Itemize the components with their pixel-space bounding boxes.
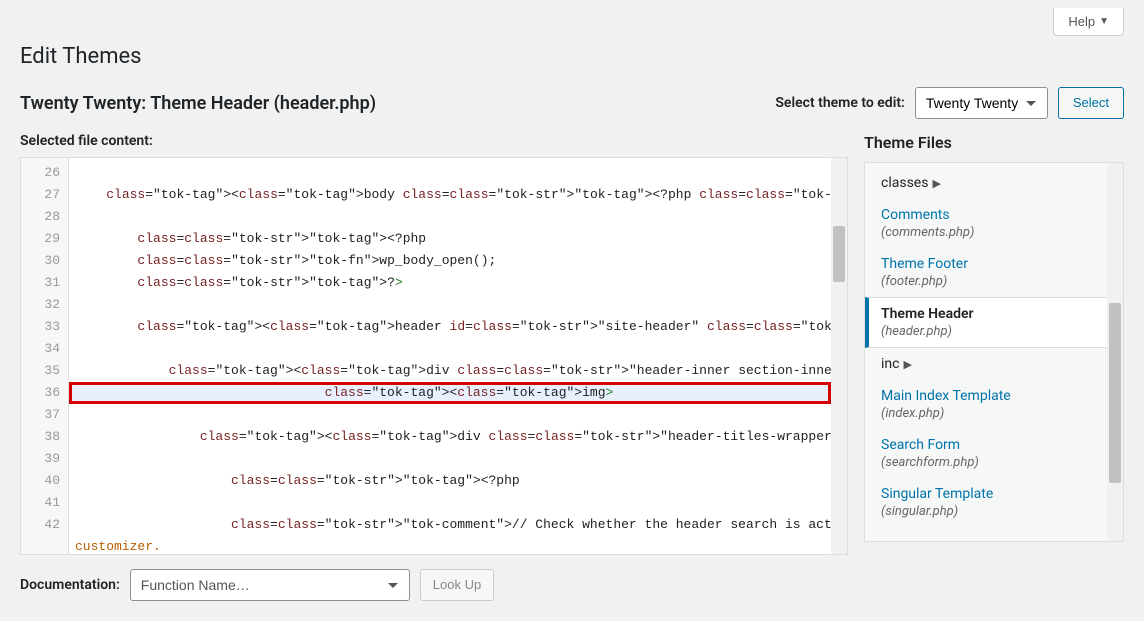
code-line-highlighted[interactable]: class="tok-tag"><class="tok-tag">img>: [69, 382, 831, 404]
code-editor[interactable]: 2627282930313233343536373839404142 class…: [20, 157, 848, 555]
code-line[interactable]: [69, 294, 831, 316]
line-number: 31: [21, 272, 68, 294]
code-line[interactable]: class=class="tok-str">"tok-tag"><?php: [69, 228, 831, 250]
file-filename: (searchform.php): [881, 455, 1095, 470]
file-label: Main Index Template: [881, 388, 1011, 404]
code-line[interactable]: class=class="tok-str">"tok-fn">wp_body_o…: [69, 250, 831, 272]
tree-file[interactable]: Search Form (searchform.php): [865, 429, 1107, 478]
file-tree: classes ▶ Comments (comments.php) Theme Foo…: [864, 162, 1124, 542]
tree-file[interactable]: Theme Footer (footer.php): [865, 248, 1107, 297]
line-number: 33: [21, 316, 68, 338]
code-line[interactable]: class=class="tok-str">"tok-tag"><?php: [69, 470, 831, 492]
code-line[interactable]: class=class="tok-str">"tok-comment">// C…: [69, 514, 831, 536]
line-number: 30: [21, 250, 68, 272]
page-title: Edit Themes: [20, 44, 1124, 69]
folder-label: inc: [881, 356, 899, 372]
code-line[interactable]: [69, 404, 831, 426]
line-number: 32: [21, 294, 68, 316]
line-number: 41: [21, 492, 68, 514]
code-line[interactable]: class="tok-tag"><class="tok-tag">div cla…: [69, 426, 831, 448]
code-line[interactable]: customizer.: [69, 536, 831, 554]
line-number: 27: [21, 184, 68, 206]
line-number: 28: [21, 206, 68, 228]
line-number: 35: [21, 360, 68, 382]
file-label: Search Form: [881, 437, 960, 453]
file-label: Theme Header: [881, 306, 974, 322]
file-filename: (header.php): [881, 324, 1095, 339]
file-title: Twenty Twenty: Theme Header (header.php): [20, 93, 376, 114]
line-number: 39: [21, 448, 68, 470]
line-number: 36: [21, 382, 68, 404]
select-button[interactable]: Select: [1058, 87, 1124, 119]
file-filename: (footer.php): [881, 274, 1095, 289]
code-line[interactable]: class="tok-tag"><class="tok-tag">header …: [69, 316, 831, 338]
theme-dropdown[interactable]: Twenty Twenty: [915, 87, 1048, 119]
file-label: Singular Template: [881, 486, 993, 502]
line-number-gutter: 2627282930313233343536373839404142: [21, 158, 69, 554]
code-line[interactable]: [69, 206, 831, 228]
tree-file[interactable]: Main Index Template (index.php): [865, 380, 1107, 429]
tree-file-active[interactable]: Theme Header (header.php): [865, 297, 1107, 348]
lookup-button[interactable]: Look Up: [420, 569, 494, 601]
tree-file[interactable]: Singular Template (singular.php): [865, 478, 1107, 527]
line-number: 37: [21, 404, 68, 426]
chevron-right-icon: ▶: [903, 358, 911, 371]
code-line[interactable]: [69, 338, 831, 360]
chevron-right-icon: ▶: [932, 177, 940, 190]
select-theme-label: Select theme to edit:: [775, 95, 904, 111]
code-line[interactable]: [69, 448, 831, 470]
documentation-dropdown[interactable]: Function Name…: [130, 569, 410, 601]
selected-file-label: Selected file content:: [20, 133, 848, 149]
line-number: 42: [21, 514, 68, 536]
line-number: 38: [21, 426, 68, 448]
file-label: Theme Footer: [881, 256, 968, 272]
code-line[interactable]: [69, 162, 831, 184]
file-filename: (index.php): [881, 406, 1095, 421]
code-line[interactable]: class="tok-tag"><class="tok-tag">div cla…: [69, 360, 831, 382]
tree-folder[interactable]: inc ▶: [865, 348, 1107, 380]
file-label: Comments: [881, 207, 950, 223]
editor-scrollbar[interactable]: [831, 158, 847, 554]
scrollbar-thumb[interactable]: [1109, 303, 1121, 483]
caret-down-icon: ▼: [1099, 16, 1109, 27]
line-number: 26: [21, 162, 68, 184]
documentation-label: Documentation:: [20, 577, 120, 593]
line-number: 29: [21, 228, 68, 250]
tree-file[interactable]: Comments (comments.php): [865, 199, 1107, 248]
theme-files-heading: Theme Files: [864, 133, 1124, 152]
tree-folder[interactable]: classes ▶: [865, 167, 1107, 199]
help-button[interactable]: Help ▼: [1053, 8, 1124, 36]
folder-label: classes: [881, 175, 928, 191]
line-number: 40: [21, 470, 68, 492]
file-filename: (singular.php): [881, 504, 1095, 519]
line-number: 34: [21, 338, 68, 360]
file-tree-inner: classes ▶ Comments (comments.php) Theme Foo…: [865, 163, 1107, 541]
code-line[interactable]: class="tok-tag"><class="tok-tag">body cl…: [69, 184, 831, 206]
code-line[interactable]: [69, 492, 831, 514]
help-label: Help: [1068, 14, 1095, 29]
code-area[interactable]: class="tok-tag"><class="tok-tag">body cl…: [69, 158, 831, 554]
file-filename: (comments.php): [881, 225, 1095, 240]
scrollbar-thumb[interactable]: [833, 226, 845, 282]
code-line[interactable]: class=class="tok-str">"tok-tag">?>: [69, 272, 831, 294]
tree-scrollbar[interactable]: [1107, 163, 1123, 541]
